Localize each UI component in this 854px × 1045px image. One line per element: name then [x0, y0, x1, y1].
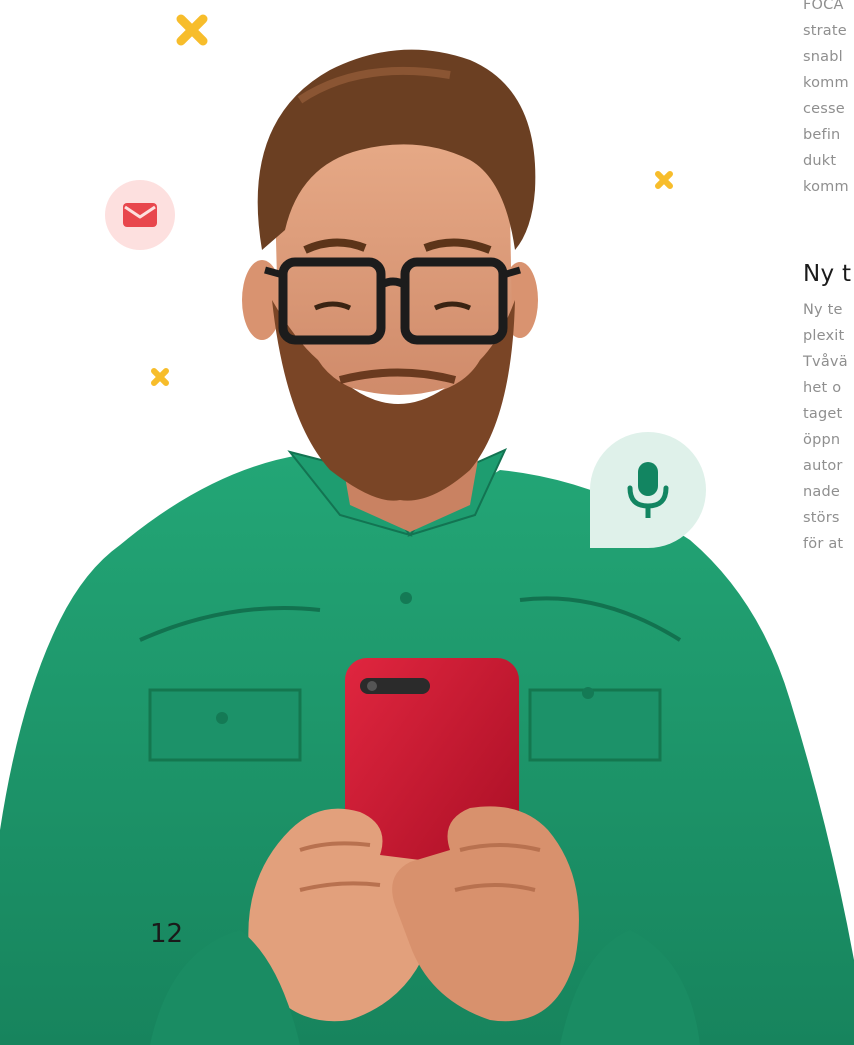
text-line: dukt — [803, 153, 837, 169]
cross-icon — [151, 368, 169, 386]
text-line: autor — [803, 458, 843, 474]
microphone-icon — [627, 462, 669, 518]
text-line: FOCA — [803, 0, 844, 13]
text-line: cesse — [803, 101, 845, 117]
text-line: plexit — [803, 328, 845, 344]
text-line: komm — [803, 75, 849, 91]
text-line: snabl — [803, 49, 843, 65]
text-line: Ny te — [803, 302, 843, 318]
person-with-phone-photo — [0, 49, 854, 1045]
paragraph: Ny te plexit Tvåvä het o taget öppn auto… — [803, 297, 848, 557]
page-number: 12 — [150, 919, 184, 949]
document-page: FOCA strate snabl komm cesse befin dukt … — [0, 0, 854, 1045]
text-line: störs — [803, 510, 840, 526]
text-line: öppn — [803, 432, 841, 448]
cross-icon — [176, 14, 208, 46]
cross-icon — [655, 171, 673, 189]
email-badge — [105, 180, 175, 250]
voice-badge — [590, 432, 706, 548]
text-line: nade — [803, 484, 841, 500]
paragraph: FOCA strate snabl komm cesse befin dukt … — [803, 0, 849, 200]
text-line: het o — [803, 380, 842, 396]
text-line: taget — [803, 406, 843, 422]
text-line: strate — [803, 23, 847, 39]
text-line: befin — [803, 127, 841, 143]
text-line: för at — [803, 536, 844, 552]
text-line: Tvåvä — [803, 354, 848, 370]
text-line: komm — [803, 179, 849, 195]
envelope-icon — [123, 203, 157, 227]
section-heading: Ny t — [803, 261, 852, 287]
